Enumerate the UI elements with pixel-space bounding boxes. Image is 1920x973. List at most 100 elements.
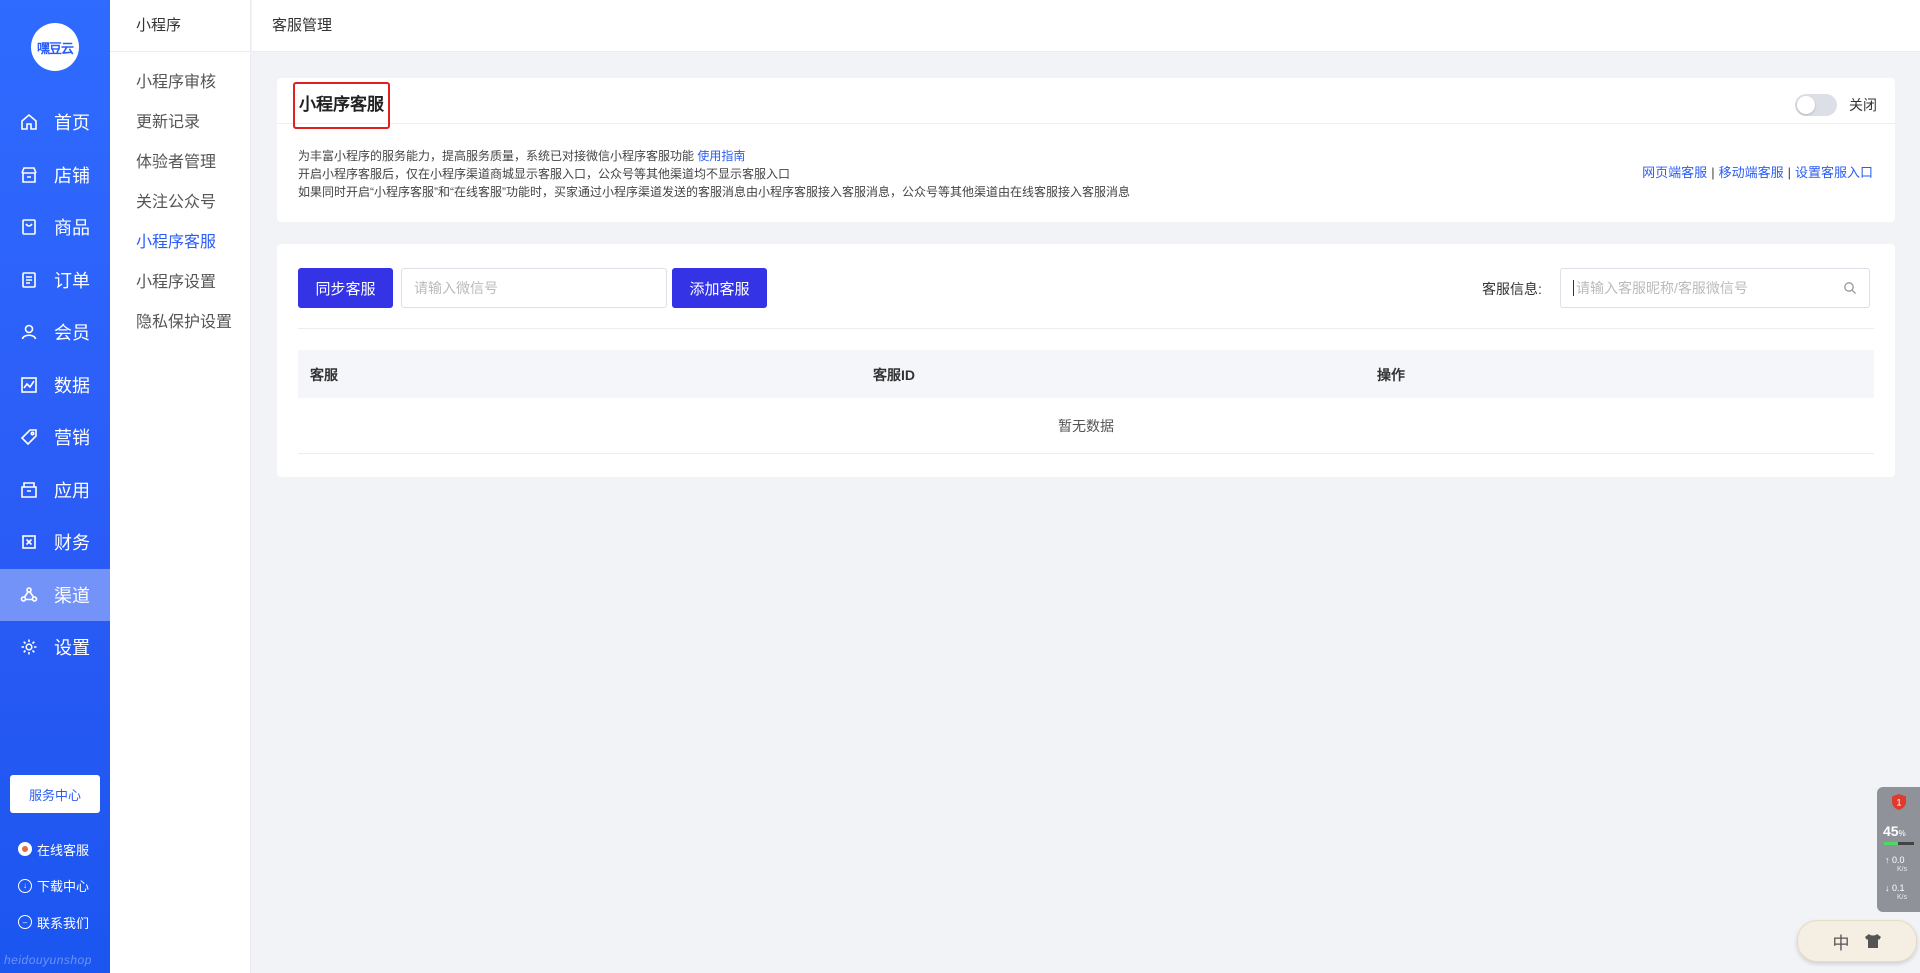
link-separator: |: [1711, 165, 1715, 180]
skin-icon[interactable]: [1864, 933, 1882, 949]
cpu-bar: [1884, 842, 1914, 845]
nav-label: 订单: [54, 270, 90, 291]
cpu-percent: 45%: [1883, 823, 1906, 839]
contact-icon: –: [18, 915, 32, 930]
search-input[interactable]: 请输入客服昵称/客服微信号: [1560, 268, 1870, 308]
service-list-panel: 同步客服 请输入微信号 添加客服 客服信息: 请输入客服昵称/客服微信号 客服 …: [277, 244, 1895, 477]
filter-label: 客服信息:: [1482, 281, 1542, 297]
upload-speed: ↑ 0.0 K/s: [1885, 855, 1908, 873]
nav-label: 商品: [54, 218, 90, 239]
sidebar-item-mini-service[interactable]: 小程序客服: [110, 223, 250, 263]
column-header: 操作: [1377, 367, 1405, 383]
nav-label: 渠道: [54, 585, 90, 606]
nav-item-data[interactable]: 数据: [0, 359, 110, 412]
text-caret: [1573, 280, 1574, 296]
download-center-link[interactable]: ↓ 下载中心: [18, 868, 89, 905]
product-icon: [20, 218, 38, 236]
sync-service-button[interactable]: 同步客服: [298, 268, 393, 308]
nav-item-channel[interactable]: 渠道: [0, 568, 110, 621]
nav-label: 营销: [54, 428, 90, 449]
nav-item-store[interactable]: 店铺: [0, 149, 110, 202]
bottom-links: 在线客服 ↓ 下载中心 – 联系我们: [18, 831, 89, 941]
nav-item-home[interactable]: 首页: [0, 96, 110, 149]
brand-watermark: heidouyunshop: [4, 953, 92, 967]
entry-settings-link[interactable]: 设置客服入口: [1795, 165, 1873, 180]
nav-item-app[interactable]: 应用: [0, 464, 110, 517]
nav-item-settings[interactable]: 设置: [0, 621, 110, 674]
shield-icon: 1: [1892, 794, 1906, 810]
search-icon[interactable]: [1843, 281, 1857, 295]
download-icon: ↓: [18, 878, 32, 893]
nav-item-order[interactable]: 订单: [0, 254, 110, 307]
desc-line-3: 如果同时开启“小程序客服”和“在线客服”功能时，买家通过小程序渠道发送的客服消息…: [298, 185, 1130, 199]
column-header: 客服ID: [873, 367, 915, 383]
desc-text: 为丰富小程序的服务能力，提高服务质量，系统已对接微信小程序客服功能: [298, 149, 695, 163]
sidebar-item-follow-account[interactable]: 关注公众号: [110, 183, 250, 223]
secondary-sidebar: 小程序 小程序审核 更新记录 体验者管理 关注公众号 小程序客服 小程序设置 隐…: [110, 0, 251, 973]
service-toggle[interactable]: [1795, 94, 1837, 116]
search-placeholder: 请输入客服昵称/客服微信号: [1576, 280, 1748, 296]
sidebar-item-privacy[interactable]: 隐私保护设置: [110, 303, 250, 343]
nav-item-finance[interactable]: 财务: [0, 516, 110, 569]
secondary-sidebar-title: 小程序: [110, 0, 250, 52]
top-bar: 客服管理: [252, 0, 1920, 52]
mobile-service-link[interactable]: 移动端客服: [1719, 165, 1784, 180]
tag-icon: [20, 428, 38, 446]
contact-us-link[interactable]: – 联系我们: [18, 904, 89, 941]
column-header: 客服: [310, 367, 338, 383]
avatar-icon: [18, 842, 32, 857]
store-icon: [20, 166, 38, 184]
ime-toolbar[interactable]: 中: [1797, 920, 1917, 962]
app-icon: [20, 481, 38, 499]
nav-label: 会员: [54, 323, 90, 344]
home-icon: [20, 113, 38, 131]
nav-label: 数据: [54, 375, 90, 396]
member-icon: [20, 323, 38, 341]
finance-icon: [20, 533, 38, 551]
online-service-link[interactable]: 在线客服: [18, 831, 89, 868]
sidebar-item-mini-settings[interactable]: 小程序设置: [110, 263, 250, 303]
nav-item-marketing[interactable]: 营销: [0, 411, 110, 464]
guide-link[interactable]: 使用指南: [697, 149, 745, 163]
cpu-bar-fill: [1884, 842, 1898, 845]
chart-icon: [20, 376, 38, 394]
desc-line-1: 为丰富小程序的服务能力，提高服务质量，系统已对接微信小程序客服功能 使用指南: [298, 147, 1130, 165]
panel-header: 小程序客服 关闭: [277, 78, 1895, 129]
wechat-id-input[interactable]: 请输入微信号: [401, 268, 667, 308]
link-label: 下载中心: [37, 879, 90, 895]
add-service-button[interactable]: 添加客服: [672, 268, 767, 308]
nav-item-member[interactable]: 会员: [0, 306, 110, 359]
description: 为丰富小程序的服务能力，提高服务质量，系统已对接微信小程序客服功能 使用指南 开…: [298, 147, 1130, 201]
primary-nav: 首页 店铺 商品 订单 会员 数据 营销 应用 财务 渠道 设置: [0, 96, 110, 674]
service-links: 网页端客服 | 移动端客服 | 设置客服入口: [1642, 162, 1873, 181]
link-label: 在线客服: [37, 842, 90, 858]
nav-label: 首页: [54, 113, 90, 134]
table-header: 客服 客服ID 操作: [298, 350, 1874, 398]
channel-icon: [20, 586, 38, 604]
speed-unit: K/s: [1897, 866, 1908, 873]
sidebar-item-review[interactable]: 小程序审核: [110, 63, 250, 103]
link-separator: |: [1787, 165, 1791, 180]
nav-label: 店铺: [54, 165, 90, 186]
speed-unit: K/s: [1897, 894, 1908, 901]
nav-item-product[interactable]: 商品: [0, 201, 110, 254]
breadcrumb: 客服管理: [272, 17, 333, 34]
divider: [298, 328, 1874, 329]
web-service-link[interactable]: 网页端客服: [1642, 165, 1707, 180]
cpu-unit: %: [1898, 829, 1906, 838]
primary-sidebar: 嘿豆云 首页 店铺 商品 订单 会员 数据 营销 应用 财务 渠道 设置 服务中…: [0, 0, 110, 973]
desc-line-2: 开启小程序客服后，仅在小程序渠道商城显示客服入口，公众号等其他渠道均不显示客服入…: [298, 167, 791, 181]
cpu-value: 45: [1883, 823, 1899, 839]
link-label: 联系我们: [37, 915, 90, 931]
ime-mode[interactable]: 中: [1833, 929, 1850, 954]
toggle-label: 关闭: [1849, 97, 1877, 113]
brand-logo[interactable]: 嘿豆云: [31, 23, 79, 71]
download-speed: ↓ 0.1 K/s: [1885, 883, 1908, 901]
upload-value: 0.0: [1892, 855, 1905, 865]
sidebar-item-testers[interactable]: 体验者管理: [110, 143, 250, 183]
system-monitor-widget[interactable]: 1 45% ↑ 0.0 K/s ↓ 0.1 K/s: [1877, 787, 1920, 912]
sidebar-item-update-log[interactable]: 更新记录: [110, 103, 250, 143]
download-value: 0.1: [1892, 883, 1905, 893]
gear-icon: [20, 638, 38, 656]
service-center-button[interactable]: 服务中心: [10, 775, 100, 813]
